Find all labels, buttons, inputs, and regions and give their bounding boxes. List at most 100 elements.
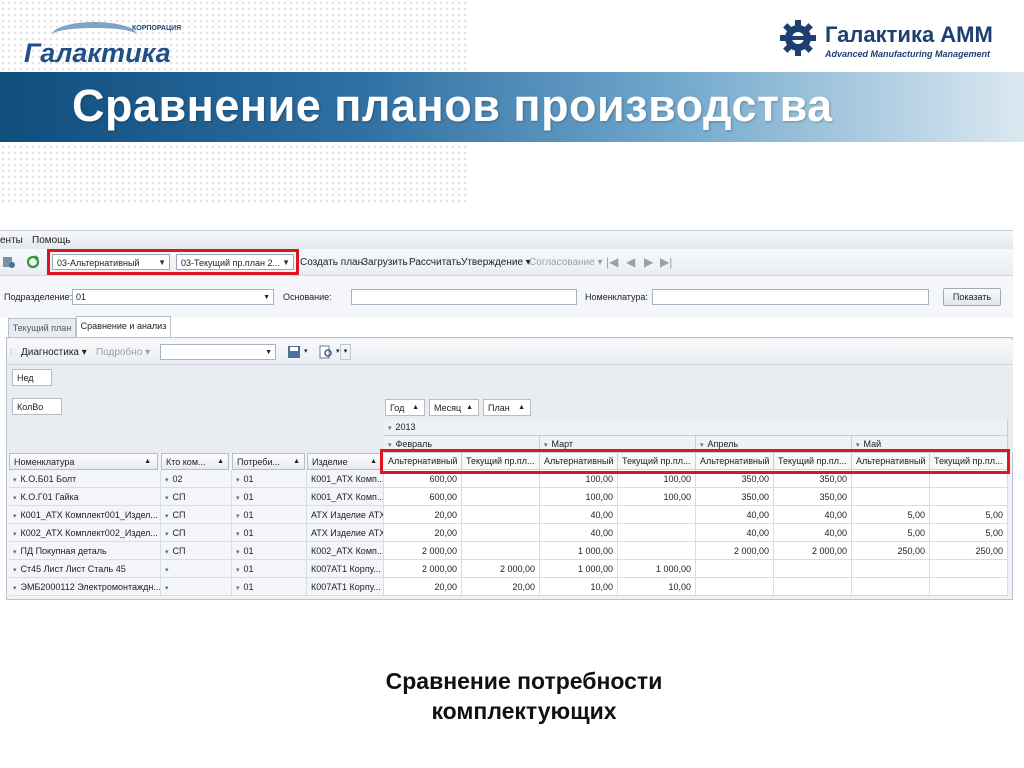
diagnostics-menu-button[interactable]: Диагностика ▾ <box>21 347 87 358</box>
menu-item-documents[interactable]: енты <box>0 235 23 246</box>
expand-icon[interactable]: ▾ <box>236 477 240 484</box>
row-nomenclature-cell[interactable]: ▾ Ст45 Лист Лист Сталь 45 <box>9 560 161 578</box>
calculate-button[interactable]: Рассчитать <box>409 257 461 268</box>
row-who-cell[interactable]: ▾ СП <box>161 488 232 506</box>
filter-field-week[interactable]: Нед <box>12 369 52 386</box>
value-cell[interactable]: 2 000,00 <box>384 560 462 578</box>
value-cell[interactable] <box>852 578 930 596</box>
find-dropdown-icon[interactable]: ▾ <box>336 347 340 355</box>
value-cell[interactable] <box>618 542 696 560</box>
value-cell[interactable] <box>696 560 774 578</box>
value-cell[interactable]: 10,00 <box>618 578 696 596</box>
value-cell[interactable]: 1 000,00 <box>618 560 696 578</box>
row-nomenclature-cell[interactable]: ▾ К.О.Б01 Болт <box>9 470 161 488</box>
value-cell[interactable] <box>696 578 774 596</box>
find-icon[interactable] <box>319 345 333 359</box>
row-cons-cell[interactable]: ▾ 01 <box>232 560 307 578</box>
row-cons-cell[interactable]: ▾ 01 <box>232 470 307 488</box>
value-cell[interactable]: 1 000,00 <box>540 560 618 578</box>
value-cell[interactable]: 20,00 <box>462 578 540 596</box>
save-dropdown-icon[interactable]: ▾ <box>304 347 308 355</box>
nomenclature-field[interactable] <box>652 289 929 305</box>
tab-compare-analysis[interactable]: Сравнение и анализ <box>76 316 171 337</box>
expand-icon[interactable]: ▾ <box>236 567 240 574</box>
value-cell[interactable]: 40,00 <box>540 506 618 524</box>
row-who-cell[interactable]: ▾ СП <box>161 506 232 524</box>
row-cons-cell[interactable]: ▾ 01 <box>232 542 307 560</box>
value-cell[interactable] <box>930 488 1008 506</box>
row-product-cell[interactable]: АТХ Изделие АТХ <box>307 506 384 524</box>
agree-menu-button[interactable]: Согласование ▾ <box>529 257 603 268</box>
row-who-cell[interactable]: ▾ <box>161 560 232 578</box>
value-cell[interactable] <box>618 524 696 542</box>
expand-icon[interactable]: ▾ <box>236 513 240 520</box>
value-cell[interactable]: 20,00 <box>384 524 462 542</box>
department-select[interactable]: 01 ▼ <box>72 289 274 305</box>
expand-icon[interactable]: ▾ <box>165 513 169 520</box>
value-cell[interactable]: 250,00 <box>852 542 930 560</box>
value-cell[interactable]: 20,00 <box>384 506 462 524</box>
expand-icon[interactable]: ▾ <box>165 567 169 574</box>
column-field-plan[interactable]: План ▲ <box>483 399 531 416</box>
expand-icon[interactable]: ▾ <box>165 549 169 556</box>
save-icon[interactable] <box>287 345 301 359</box>
first-page-icon[interactable]: |◀ <box>606 255 618 269</box>
value-cell[interactable]: 100,00 <box>540 488 618 506</box>
row-who-cell[interactable]: ▾ 02 <box>161 470 232 488</box>
value-cell[interactable]: 5,00 <box>852 524 930 542</box>
expand-icon[interactable]: ▾ <box>13 495 17 502</box>
refresh-icon[interactable] <box>26 255 40 269</box>
row-cons-cell[interactable]: ▾ 01 <box>232 578 307 596</box>
value-cell[interactable]: 5,00 <box>930 524 1008 542</box>
row-cons-cell[interactable]: ▾ 01 <box>232 524 307 542</box>
overflow-icon[interactable]: ▾ <box>340 344 351 360</box>
value-cell[interactable]: 40,00 <box>774 524 852 542</box>
row-who-cell[interactable]: ▾ <box>161 578 232 596</box>
value-cell[interactable]: 10,00 <box>540 578 618 596</box>
row-header-nomenclature[interactable]: Номенклатура ▲ <box>9 453 158 470</box>
value-cell[interactable]: 40,00 <box>540 524 618 542</box>
row-nomenclature-cell[interactable]: ▾ К.О.Г01 Гайка <box>9 488 161 506</box>
show-button[interactable]: Показать <box>943 288 1001 306</box>
value-cell[interactable] <box>462 542 540 560</box>
value-cell[interactable]: 100,00 <box>618 488 696 506</box>
row-nomenclature-cell[interactable]: ▾ К001_АТХ Комплект001_Издел... <box>9 506 161 524</box>
view-select[interactable]: ▼ <box>160 344 276 360</box>
row-product-cell[interactable]: К001_АТХ Комп... <box>307 488 384 506</box>
row-header-who[interactable]: Кто ком... ▲ <box>161 453 229 470</box>
value-cell[interactable] <box>774 578 852 596</box>
row-product-cell[interactable]: К007АТ1 Корпу... <box>307 560 384 578</box>
approve-menu-button[interactable]: Утверждение ▾ <box>461 257 531 268</box>
tab-current-plan[interactable]: Текущий план <box>8 318 76 337</box>
value-cell[interactable] <box>930 560 1008 578</box>
row-nomenclature-cell[interactable]: ▾ ЭМБ2000112 Электромонтаждн... <box>9 578 161 596</box>
value-cell[interactable]: 2 000,00 <box>774 542 852 560</box>
expand-icon[interactable]: ▾ <box>13 477 17 484</box>
value-cell[interactable]: 2 000,00 <box>696 542 774 560</box>
row-product-cell[interactable]: К001_АТХ Комп... <box>307 470 384 488</box>
row-product-cell[interactable]: К007АТ1 Корпу... <box>307 578 384 596</box>
column-field-year[interactable]: Год ▲ <box>385 399 425 416</box>
value-cell[interactable]: 20,00 <box>384 578 462 596</box>
value-cell[interactable]: 350,00 <box>696 488 774 506</box>
last-page-icon[interactable]: ▶| <box>660 255 672 269</box>
expand-icon[interactable]: ▾ <box>13 567 17 574</box>
row-product-cell[interactable]: К002_АТХ Комп... <box>307 542 384 560</box>
create-plan-button[interactable]: Создать план <box>300 257 363 268</box>
next-page-icon[interactable]: ▶ <box>644 255 653 269</box>
value-cell[interactable] <box>930 578 1008 596</box>
row-nomenclature-cell[interactable]: ▾ ПД Покупная деталь <box>9 542 161 560</box>
column-field-month[interactable]: Месяц ▲ <box>429 399 479 416</box>
expand-icon[interactable]: ▾ <box>13 549 17 556</box>
value-cell[interactable]: 40,00 <box>696 524 774 542</box>
row-header-consumer[interactable]: Потреби... ▲ <box>232 453 305 470</box>
expand-icon[interactable]: ▾ <box>165 531 169 538</box>
basis-field[interactable] <box>351 289 577 305</box>
value-cell[interactable] <box>852 560 930 578</box>
expand-icon[interactable]: ▾ <box>165 585 169 592</box>
expand-icon[interactable]: ▾ <box>165 477 169 484</box>
value-cell[interactable]: 250,00 <box>930 542 1008 560</box>
row-product-cell[interactable]: АТХ Изделие АТХ <box>307 524 384 542</box>
expand-icon[interactable]: ▾ <box>236 585 240 592</box>
value-cell[interactable]: 2 000,00 <box>384 542 462 560</box>
